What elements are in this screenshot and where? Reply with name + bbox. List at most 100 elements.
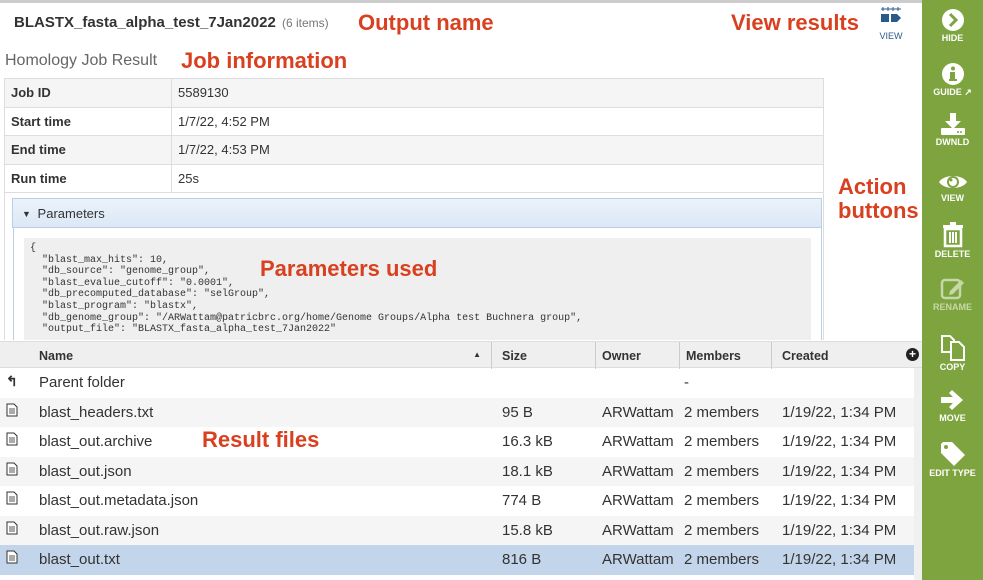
file-size: 16.3 kB	[502, 433, 553, 450]
job-info-key: End time	[4, 135, 172, 165]
edit-type-button[interactable]: EDIT TYPE	[922, 441, 983, 478]
file-icon	[6, 550, 18, 567]
edit-icon	[922, 275, 983, 301]
delete-button[interactable]: DELETE	[922, 222, 983, 259]
parameters-toggle[interactable]: ▼ Parameters	[12, 198, 822, 228]
file-owner: ARWattam	[602, 551, 674, 568]
file-members: 2 members	[684, 551, 760, 568]
output-name: BLASTX_fasta_alpha_test_7Jan2022	[14, 14, 276, 31]
view-label: VIEW	[940, 193, 964, 203]
parameters-body: { "blast_max_hits": 10, "db_source": "ge…	[13, 228, 822, 340]
file-owner: ARWattam	[602, 462, 674, 480]
job-info-key: Start time	[4, 106, 172, 136]
add-column-icon[interactable]: +	[906, 348, 919, 361]
file-created: 1/19/22, 1:34 PM	[782, 492, 897, 509]
file-members: 2 members	[684, 492, 760, 509]
file-created: 1/19/22, 1:34 PM	[782, 433, 897, 450]
job-info-key: Job ID	[4, 78, 172, 108]
annotation-job-information: Job information	[181, 48, 348, 73]
hide-label: HIDE	[941, 33, 964, 43]
copy-icon	[922, 333, 983, 361]
annotation-action-line1: Action	[838, 174, 907, 199]
annotation-action-buttons: Action buttons	[838, 174, 919, 224]
action-sidebar: HIDE GUIDE ↗ DWNLD VIEW DELETE RENAME CO…	[922, 0, 983, 580]
file-icon	[6, 491, 18, 508]
parameters-label: Parameters	[37, 206, 105, 221]
file-name: blast_out.txt	[39, 551, 120, 568]
file-size: 774 B	[502, 492, 542, 509]
tag-icon	[922, 441, 983, 467]
file-row[interactable]: blast_headers.txt 95 B ARWattam 2 member…	[0, 397, 914, 427]
file-row[interactable]: blast_out.json 18.1 kB ARWattam 2 member…	[0, 456, 914, 486]
column-label-members: Members	[686, 349, 741, 363]
file-size: 816 B	[502, 551, 542, 568]
view-results-label: VIEW	[879, 31, 903, 41]
file-size: 95 B	[502, 403, 533, 421]
caret-down-icon: ▼	[22, 209, 31, 219]
column-header-owner[interactable]: Owner	[596, 342, 680, 369]
column-label-size: Size	[502, 349, 528, 363]
file-name: blast_out.archive	[39, 433, 153, 450]
job-info-row: End time 1/7/22, 4:53 PM	[4, 135, 824, 165]
column-header-size[interactable]: Size	[496, 342, 596, 369]
file-members: 2 members	[684, 403, 760, 421]
dwnld-button[interactable]: DWNLD	[922, 112, 983, 147]
annotation-action-line2: buttons	[838, 198, 919, 224]
file-owner: ARWattam	[602, 521, 674, 539]
file-created: 1/19/22, 1:34 PM	[782, 551, 897, 568]
hide-button[interactable]: HIDE	[922, 8, 983, 43]
copy-label: COPY	[939, 362, 966, 372]
column-label-created: Created	[782, 349, 829, 363]
column-header-members[interactable]: Members	[680, 342, 772, 369]
column-header-name[interactable]: Name ▲	[33, 342, 492, 369]
file-row[interactable]: blast_out.raw.json 15.8 kB ARWattam 2 me…	[0, 515, 914, 545]
file-icon	[6, 403, 18, 420]
eye-icon	[922, 172, 983, 192]
file-row[interactable]: blast_out.archive 16.3 kB ARWattam 2 mem…	[0, 427, 914, 457]
file-members: 2 members	[684, 462, 760, 480]
file-name: blast_out.raw.json	[39, 521, 160, 539]
rename-button[interactable]: RENAME	[922, 275, 983, 312]
view-button[interactable]: VIEW	[922, 172, 983, 203]
job-info-value: 1/7/22, 4:52 PM	[171, 106, 824, 136]
job-info-row: Run time 25s	[4, 163, 824, 193]
job-title: Homology Job Result	[5, 52, 158, 69]
trash-icon	[922, 222, 983, 248]
job-info-value: 1/7/22, 4:53 PM	[171, 135, 824, 165]
delete-label: DELETE	[934, 249, 971, 259]
guide-button[interactable]: GUIDE ↗	[922, 62, 983, 98]
grid-scrollbar[interactable]	[914, 368, 922, 580]
external-link-icon: ↗	[964, 87, 972, 97]
file-row[interactable]: blast_out.metadata.json 774 B ARWattam 2…	[0, 486, 914, 516]
file-size: 18.1 kB	[502, 462, 553, 480]
parameters-json: { "blast_max_hits": 10, "db_source": "ge…	[24, 238, 811, 340]
view-results-button[interactable]: VIEW	[872, 6, 910, 41]
rename-label: RENAME	[932, 302, 972, 312]
file-icon	[6, 432, 18, 449]
column-label-name: Name	[39, 349, 74, 363]
dwnld-label: DWNLD	[935, 137, 970, 147]
file-name: blast_out.metadata.json	[39, 492, 199, 509]
parent-folder-icon: ↰	[6, 373, 18, 389]
copy-button[interactable]: COPY	[922, 333, 983, 372]
job-info-value: 5589130	[171, 78, 824, 108]
annotation-output-name: Output name	[358, 10, 494, 35]
column-header-created[interactable]: Created	[776, 342, 896, 369]
file-owner: ARWattam	[602, 492, 674, 509]
job-info-row: Start time 1/7/22, 4:52 PM	[4, 106, 824, 136]
parent-folder-row[interactable]: ↰ Parent folder -	[0, 368, 914, 398]
file-owner: ARWattam	[602, 403, 674, 421]
move-button[interactable]: MOVE	[922, 388, 983, 423]
file-grid: Name ▲ Size Owner Members Created + ↰ Pa…	[0, 341, 922, 580]
guide-label: GUIDE	[933, 87, 962, 97]
file-created: 1/19/22, 1:34 PM	[782, 462, 897, 480]
sort-ascending-icon: ▲	[473, 350, 481, 359]
file-icon	[6, 462, 18, 479]
parent-folder-name: Parent folder	[39, 374, 125, 391]
file-name: blast_headers.txt	[39, 403, 154, 421]
item-count: (6 items)	[281, 16, 329, 30]
move-label: MOVE	[939, 413, 966, 423]
job-info-key: Run time	[4, 163, 172, 193]
file-row[interactable]: blast_out.txt 816 B ARWattam 2 members 1…	[0, 545, 914, 575]
file-created: 1/19/22, 1:34 PM	[782, 403, 897, 421]
